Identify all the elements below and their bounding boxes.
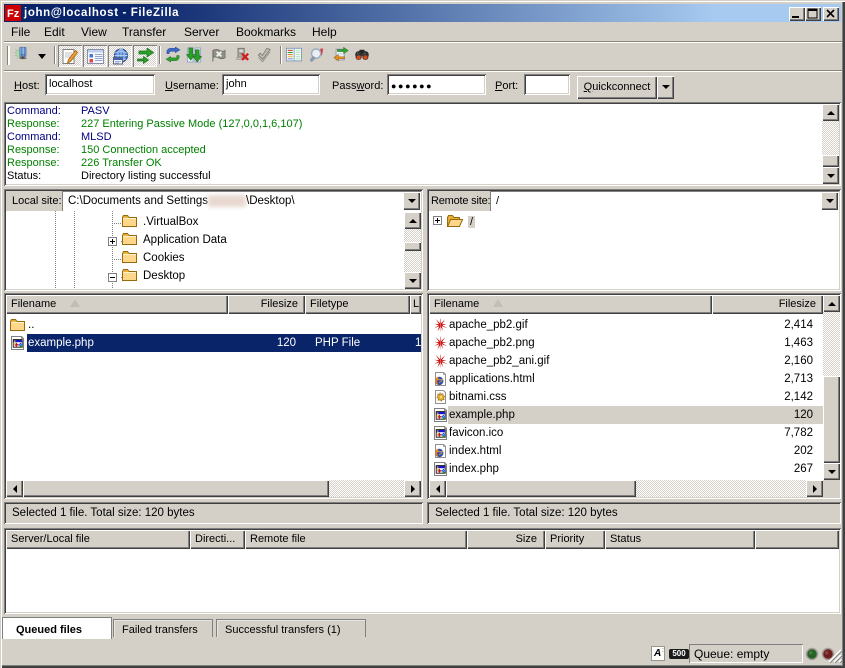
svg-text:Fz: Fz bbox=[7, 8, 20, 20]
